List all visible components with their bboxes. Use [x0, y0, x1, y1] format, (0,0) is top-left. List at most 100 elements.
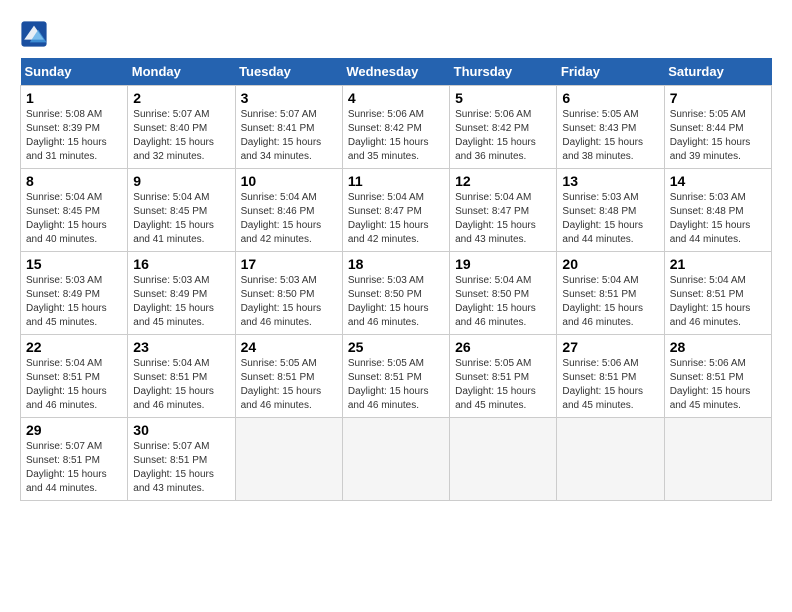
day-number: 7 — [670, 90, 766, 106]
day-info: Sunrise: 5:03 AMSunset: 8:48 PMDaylight:… — [670, 192, 751, 245]
header — [20, 20, 772, 48]
day-info: Sunrise: 5:04 AMSunset: 8:45 PMDaylight:… — [26, 192, 107, 245]
calendar-day-cell: 22 Sunrise: 5:04 AMSunset: 8:51 PMDaylig… — [21, 335, 128, 418]
col-friday: Friday — [557, 58, 664, 86]
day-info: Sunrise: 5:03 AMSunset: 8:50 PMDaylight:… — [348, 275, 429, 328]
day-number: 16 — [133, 256, 229, 272]
col-thursday: Thursday — [450, 58, 557, 86]
day-number: 4 — [348, 90, 444, 106]
day-number: 24 — [241, 339, 337, 355]
calendar-day-cell — [342, 418, 449, 501]
logo — [20, 20, 52, 48]
calendar-day-cell: 20 Sunrise: 5:04 AMSunset: 8:51 PMDaylig… — [557, 252, 664, 335]
calendar-day-cell: 1 Sunrise: 5:08 AMSunset: 8:39 PMDayligh… — [21, 86, 128, 169]
day-number: 12 — [455, 173, 551, 189]
day-number: 18 — [348, 256, 444, 272]
logo-icon — [20, 20, 48, 48]
day-number: 25 — [348, 339, 444, 355]
calendar-day-cell: 14 Sunrise: 5:03 AMSunset: 8:48 PMDaylig… — [664, 169, 771, 252]
col-sunday: Sunday — [21, 58, 128, 86]
calendar-day-cell: 29 Sunrise: 5:07 AMSunset: 8:51 PMDaylig… — [21, 418, 128, 501]
col-monday: Monday — [128, 58, 235, 86]
day-number: 10 — [241, 173, 337, 189]
calendar-week-row: 29 Sunrise: 5:07 AMSunset: 8:51 PMDaylig… — [21, 418, 772, 501]
calendar-day-cell: 24 Sunrise: 5:05 AMSunset: 8:51 PMDaylig… — [235, 335, 342, 418]
day-info: Sunrise: 5:06 AMSunset: 8:51 PMDaylight:… — [670, 358, 751, 411]
day-info: Sunrise: 5:04 AMSunset: 8:51 PMDaylight:… — [670, 275, 751, 328]
calendar-day-cell: 23 Sunrise: 5:04 AMSunset: 8:51 PMDaylig… — [128, 335, 235, 418]
day-info: Sunrise: 5:04 AMSunset: 8:47 PMDaylight:… — [348, 192, 429, 245]
day-info: Sunrise: 5:07 AMSunset: 8:51 PMDaylight:… — [26, 441, 107, 494]
day-info: Sunrise: 5:06 AMSunset: 8:51 PMDaylight:… — [562, 358, 643, 411]
day-number: 23 — [133, 339, 229, 355]
page-wrapper: Sunday Monday Tuesday Wednesday Thursday… — [20, 20, 772, 501]
calendar-day-cell: 17 Sunrise: 5:03 AMSunset: 8:50 PMDaylig… — [235, 252, 342, 335]
calendar-day-cell: 19 Sunrise: 5:04 AMSunset: 8:50 PMDaylig… — [450, 252, 557, 335]
day-number: 19 — [455, 256, 551, 272]
day-info: Sunrise: 5:05 AMSunset: 8:51 PMDaylight:… — [241, 358, 322, 411]
day-info: Sunrise: 5:03 AMSunset: 8:48 PMDaylight:… — [562, 192, 643, 245]
calendar-day-cell: 30 Sunrise: 5:07 AMSunset: 8:51 PMDaylig… — [128, 418, 235, 501]
day-info: Sunrise: 5:08 AMSunset: 8:39 PMDaylight:… — [26, 109, 107, 162]
calendar-day-cell: 4 Sunrise: 5:06 AMSunset: 8:42 PMDayligh… — [342, 86, 449, 169]
calendar-day-cell: 16 Sunrise: 5:03 AMSunset: 8:49 PMDaylig… — [128, 252, 235, 335]
calendar-day-cell: 8 Sunrise: 5:04 AMSunset: 8:45 PMDayligh… — [21, 169, 128, 252]
day-number: 9 — [133, 173, 229, 189]
day-info: Sunrise: 5:04 AMSunset: 8:50 PMDaylight:… — [455, 275, 536, 328]
col-wednesday: Wednesday — [342, 58, 449, 86]
day-number: 11 — [348, 173, 444, 189]
day-info: Sunrise: 5:03 AMSunset: 8:49 PMDaylight:… — [133, 275, 214, 328]
calendar-day-cell — [235, 418, 342, 501]
day-info: Sunrise: 5:03 AMSunset: 8:50 PMDaylight:… — [241, 275, 322, 328]
calendar-day-cell: 26 Sunrise: 5:05 AMSunset: 8:51 PMDaylig… — [450, 335, 557, 418]
calendar-week-row: 15 Sunrise: 5:03 AMSunset: 8:49 PMDaylig… — [21, 252, 772, 335]
col-tuesday: Tuesday — [235, 58, 342, 86]
calendar-day-cell: 15 Sunrise: 5:03 AMSunset: 8:49 PMDaylig… — [21, 252, 128, 335]
day-number: 2 — [133, 90, 229, 106]
day-info: Sunrise: 5:04 AMSunset: 8:46 PMDaylight:… — [241, 192, 322, 245]
day-info: Sunrise: 5:07 AMSunset: 8:51 PMDaylight:… — [133, 441, 214, 494]
calendar-day-cell: 2 Sunrise: 5:07 AMSunset: 8:40 PMDayligh… — [128, 86, 235, 169]
day-number: 5 — [455, 90, 551, 106]
calendar-day-cell: 18 Sunrise: 5:03 AMSunset: 8:50 PMDaylig… — [342, 252, 449, 335]
calendar-day-cell: 12 Sunrise: 5:04 AMSunset: 8:47 PMDaylig… — [450, 169, 557, 252]
calendar-day-cell — [450, 418, 557, 501]
day-number: 15 — [26, 256, 122, 272]
calendar-day-cell: 13 Sunrise: 5:03 AMSunset: 8:48 PMDaylig… — [557, 169, 664, 252]
calendar-week-row: 1 Sunrise: 5:08 AMSunset: 8:39 PMDayligh… — [21, 86, 772, 169]
day-info: Sunrise: 5:03 AMSunset: 8:49 PMDaylight:… — [26, 275, 107, 328]
day-info: Sunrise: 5:04 AMSunset: 8:45 PMDaylight:… — [133, 192, 214, 245]
day-info: Sunrise: 5:06 AMSunset: 8:42 PMDaylight:… — [348, 109, 429, 162]
day-info: Sunrise: 5:07 AMSunset: 8:40 PMDaylight:… — [133, 109, 214, 162]
col-saturday: Saturday — [664, 58, 771, 86]
day-number: 6 — [562, 90, 658, 106]
day-number: 26 — [455, 339, 551, 355]
day-number: 29 — [26, 422, 122, 438]
calendar-week-row: 8 Sunrise: 5:04 AMSunset: 8:45 PMDayligh… — [21, 169, 772, 252]
day-number: 28 — [670, 339, 766, 355]
header-row: Sunday Monday Tuesday Wednesday Thursday… — [21, 58, 772, 86]
day-info: Sunrise: 5:04 AMSunset: 8:51 PMDaylight:… — [26, 358, 107, 411]
calendar-table: Sunday Monday Tuesday Wednesday Thursday… — [20, 58, 772, 501]
calendar-day-cell: 9 Sunrise: 5:04 AMSunset: 8:45 PMDayligh… — [128, 169, 235, 252]
calendar-day-cell: 25 Sunrise: 5:05 AMSunset: 8:51 PMDaylig… — [342, 335, 449, 418]
day-number: 21 — [670, 256, 766, 272]
calendar-week-row: 22 Sunrise: 5:04 AMSunset: 8:51 PMDaylig… — [21, 335, 772, 418]
calendar-day-cell: 21 Sunrise: 5:04 AMSunset: 8:51 PMDaylig… — [664, 252, 771, 335]
day-info: Sunrise: 5:05 AMSunset: 8:44 PMDaylight:… — [670, 109, 751, 162]
day-info: Sunrise: 5:06 AMSunset: 8:42 PMDaylight:… — [455, 109, 536, 162]
day-info: Sunrise: 5:04 AMSunset: 8:51 PMDaylight:… — [133, 358, 214, 411]
day-number: 3 — [241, 90, 337, 106]
calendar-day-cell: 6 Sunrise: 5:05 AMSunset: 8:43 PMDayligh… — [557, 86, 664, 169]
day-info: Sunrise: 5:05 AMSunset: 8:51 PMDaylight:… — [348, 358, 429, 411]
calendar-day-cell: 10 Sunrise: 5:04 AMSunset: 8:46 PMDaylig… — [235, 169, 342, 252]
calendar-day-cell: 27 Sunrise: 5:06 AMSunset: 8:51 PMDaylig… — [557, 335, 664, 418]
day-number: 30 — [133, 422, 229, 438]
calendar-day-cell: 3 Sunrise: 5:07 AMSunset: 8:41 PMDayligh… — [235, 86, 342, 169]
calendar-day-cell: 28 Sunrise: 5:06 AMSunset: 8:51 PMDaylig… — [664, 335, 771, 418]
calendar-day-cell: 5 Sunrise: 5:06 AMSunset: 8:42 PMDayligh… — [450, 86, 557, 169]
day-number: 22 — [26, 339, 122, 355]
day-info: Sunrise: 5:04 AMSunset: 8:47 PMDaylight:… — [455, 192, 536, 245]
calendar-day-cell — [664, 418, 771, 501]
day-info: Sunrise: 5:05 AMSunset: 8:43 PMDaylight:… — [562, 109, 643, 162]
